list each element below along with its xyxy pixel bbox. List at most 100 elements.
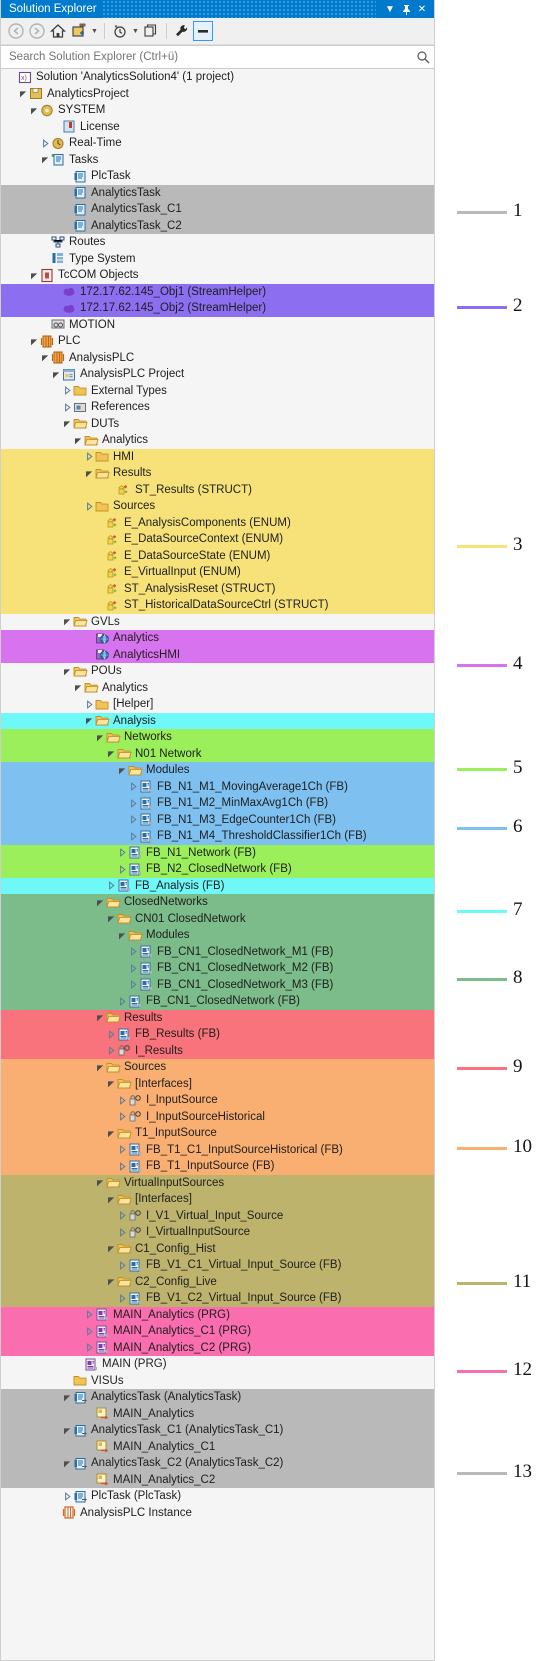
tree-item[interactable]: E_AnalysisComponents (ENUM) — [1, 514, 434, 531]
home-button[interactable] — [48, 21, 68, 41]
expand-arrow-closed-icon[interactable] — [117, 1290, 128, 1306]
tree-item[interactable]: 172.17.62.145_Obj2 (StreamHelper) — [1, 300, 434, 317]
expand-arrow-closed-icon[interactable] — [117, 1257, 128, 1273]
tree-item[interactable]: I_InputSourceHistorical — [1, 1108, 434, 1125]
tree-item[interactable]: FB_CN1_ClosedNetwork (FB) — [1, 993, 434, 1010]
tree-item[interactable]: Analytics — [1, 630, 434, 647]
tree-item[interactable]: ST_HistoricalDataSourceCtrl (STRUCT) — [1, 597, 434, 614]
search-input[interactable] — [7, 50, 416, 64]
show-all-files-button[interactable] — [141, 21, 161, 41]
expand-arrow-closed-icon[interactable] — [106, 1026, 117, 1042]
tree-item[interactable]: AnalyticsTask_C1 (AnalyticsTask_C1) — [1, 1422, 434, 1439]
new-folder-button[interactable] — [69, 21, 89, 41]
expand-arrow-closed-icon[interactable] — [62, 399, 73, 415]
tree-item[interactable]: TcCOM Objects — [1, 267, 434, 284]
tree-item[interactable]: MAIN_Analytics_C1 — [1, 1438, 434, 1455]
tree-item[interactable]: FB_N1_M3_EdgeCounter1Ch (FB) — [1, 811, 434, 828]
expand-arrow-closed-icon[interactable] — [84, 498, 95, 514]
expand-arrow-closed-icon[interactable] — [128, 795, 139, 811]
expand-arrow-open-icon[interactable] — [84, 465, 95, 481]
tree-item[interactable]: Results — [1, 465, 434, 482]
expand-arrow-open-icon[interactable] — [18, 86, 29, 102]
expand-arrow-closed-icon[interactable] — [106, 878, 117, 894]
tree-item[interactable]: FB_V1_C2_Virtual_Input_Source (FB) — [1, 1290, 434, 1307]
tree-item[interactable]: FB_N2_ClosedNetwork (FB) — [1, 861, 434, 878]
pin-icon[interactable] — [398, 1, 414, 17]
tree-item[interactable]: Analytics — [1, 680, 434, 697]
tree-item[interactable]: AnalyticsTask (AnalyticsTask) — [1, 1389, 434, 1406]
expand-arrow-closed-icon[interactable] — [117, 1208, 128, 1224]
expand-arrow-open-icon[interactable] — [95, 1175, 106, 1191]
expand-arrow-closed-icon[interactable] — [128, 977, 139, 993]
expand-arrow-closed-icon[interactable] — [128, 828, 139, 844]
tree-item[interactable]: GVLs — [1, 614, 434, 631]
expand-arrow-open-icon[interactable] — [106, 911, 117, 927]
expand-arrow-open-icon[interactable] — [40, 350, 51, 366]
expand-arrow-open-icon[interactable] — [106, 746, 117, 762]
expand-arrow-open-icon[interactable] — [106, 1274, 117, 1290]
tree-item[interactable]: AnalyticsTask_C1 — [1, 201, 434, 218]
tree-item[interactable]: Results — [1, 1009, 434, 1026]
close-icon[interactable]: ✕ — [414, 1, 430, 17]
tree-item[interactable]: AnalysisPLC Instance — [1, 1505, 434, 1522]
tree-item[interactable]: FB_CN1_ClosedNetwork_M3 (FB) — [1, 976, 434, 993]
expand-arrow-closed-icon[interactable] — [62, 383, 73, 399]
tree-item[interactable]: FB_T1_C1_InputSourceHistorical (FB) — [1, 1141, 434, 1158]
expand-arrow-closed-icon[interactable] — [62, 1488, 73, 1504]
tree-item[interactable]: Modules — [1, 762, 434, 779]
tree-item[interactable]: FB_V1_C1_Virtual_Input_Source (FB) — [1, 1257, 434, 1274]
tree-item[interactable]: POUs — [1, 663, 434, 680]
tree-item[interactable]: E_VirtualInput (ENUM) — [1, 564, 434, 581]
expand-arrow-closed-icon[interactable] — [117, 1158, 128, 1174]
tree-item[interactable]: AnalyticsHMI — [1, 646, 434, 663]
new-folder-dropdown-caret[interactable]: ▼ — [90, 28, 99, 35]
tree-item[interactable]: I_V1_Virtual_Input_Source — [1, 1207, 434, 1224]
expand-arrow-open-icon[interactable] — [62, 416, 73, 432]
expand-arrow-open-icon[interactable] — [73, 680, 84, 696]
tree-item[interactable]: PlcTask (PlcTask) — [1, 1488, 434, 1505]
tree-item[interactable]: PlcTask — [1, 168, 434, 185]
tree-item[interactable]: MOTION — [1, 317, 434, 334]
expand-arrow-closed-icon[interactable] — [40, 135, 51, 151]
expand-arrow-open-icon[interactable] — [106, 1125, 117, 1141]
tree-item[interactable]: AnalyticsTask_C2 (AnalyticsTask_C2) — [1, 1455, 434, 1472]
tree-item[interactable]: AnalysisPLC Project — [1, 366, 434, 383]
expand-arrow-open-icon[interactable] — [117, 762, 128, 778]
tree-item[interactable]: Analytics — [1, 432, 434, 449]
expand-arrow-open-icon[interactable] — [95, 1010, 106, 1026]
expand-arrow-open-icon[interactable] — [106, 1241, 117, 1257]
expand-arrow-open-icon[interactable] — [62, 1389, 73, 1405]
search-icon[interactable] — [416, 50, 430, 64]
expand-arrow-closed-icon[interactable] — [117, 861, 128, 877]
expand-arrow-open-icon[interactable] — [29, 333, 40, 349]
expand-arrow-open-icon[interactable] — [95, 1059, 106, 1075]
tree-item[interactable]: 172.17.62.145_Obj1 (StreamHelper) — [1, 283, 434, 300]
back-button[interactable] — [6, 21, 26, 41]
expand-arrow-open-icon[interactable] — [29, 102, 40, 118]
tree-item[interactable]: License — [1, 119, 434, 136]
expand-arrow-closed-icon[interactable] — [128, 812, 139, 828]
expand-arrow-closed-icon[interactable] — [84, 1323, 95, 1339]
tree-item[interactable]: FB_CN1_ClosedNetwork_M2 (FB) — [1, 960, 434, 977]
expand-arrow-open-icon[interactable] — [51, 366, 62, 382]
tree-item[interactable]: References — [1, 399, 434, 416]
expand-arrow-closed-icon[interactable] — [84, 1340, 95, 1356]
expand-arrow-closed-icon[interactable] — [128, 944, 139, 960]
tree-item[interactable]: FB_T1_InputSource (FB) — [1, 1158, 434, 1175]
tree-item[interactable]: N01 Network — [1, 745, 434, 762]
expand-arrow-open-icon[interactable] — [84, 713, 95, 729]
tree-item[interactable]: ST_Results (STRUCT) — [1, 481, 434, 498]
tree-item[interactable]: Sources — [1, 1059, 434, 1076]
tree-item[interactable]: I_VirtualInputSource — [1, 1224, 434, 1241]
expand-arrow-open-icon[interactable] — [40, 152, 51, 168]
tree-item[interactable]: I_Results — [1, 1042, 434, 1059]
expand-arrow-open-icon[interactable] — [29, 267, 40, 283]
tree-item[interactable]: C2_Config_Live — [1, 1273, 434, 1290]
tree-item[interactable]: Modules — [1, 927, 434, 944]
tree-item[interactable]: Tasks — [1, 152, 434, 169]
tree-item[interactable]: Type System — [1, 251, 434, 268]
expand-arrow-open-icon[interactable] — [95, 894, 106, 910]
tree-item[interactable]: ST_AnalysisReset (STRUCT) — [1, 580, 434, 597]
tree-item[interactable]: AnalyticsTask — [1, 184, 434, 201]
tree-item[interactable]: Analysis — [1, 712, 434, 729]
